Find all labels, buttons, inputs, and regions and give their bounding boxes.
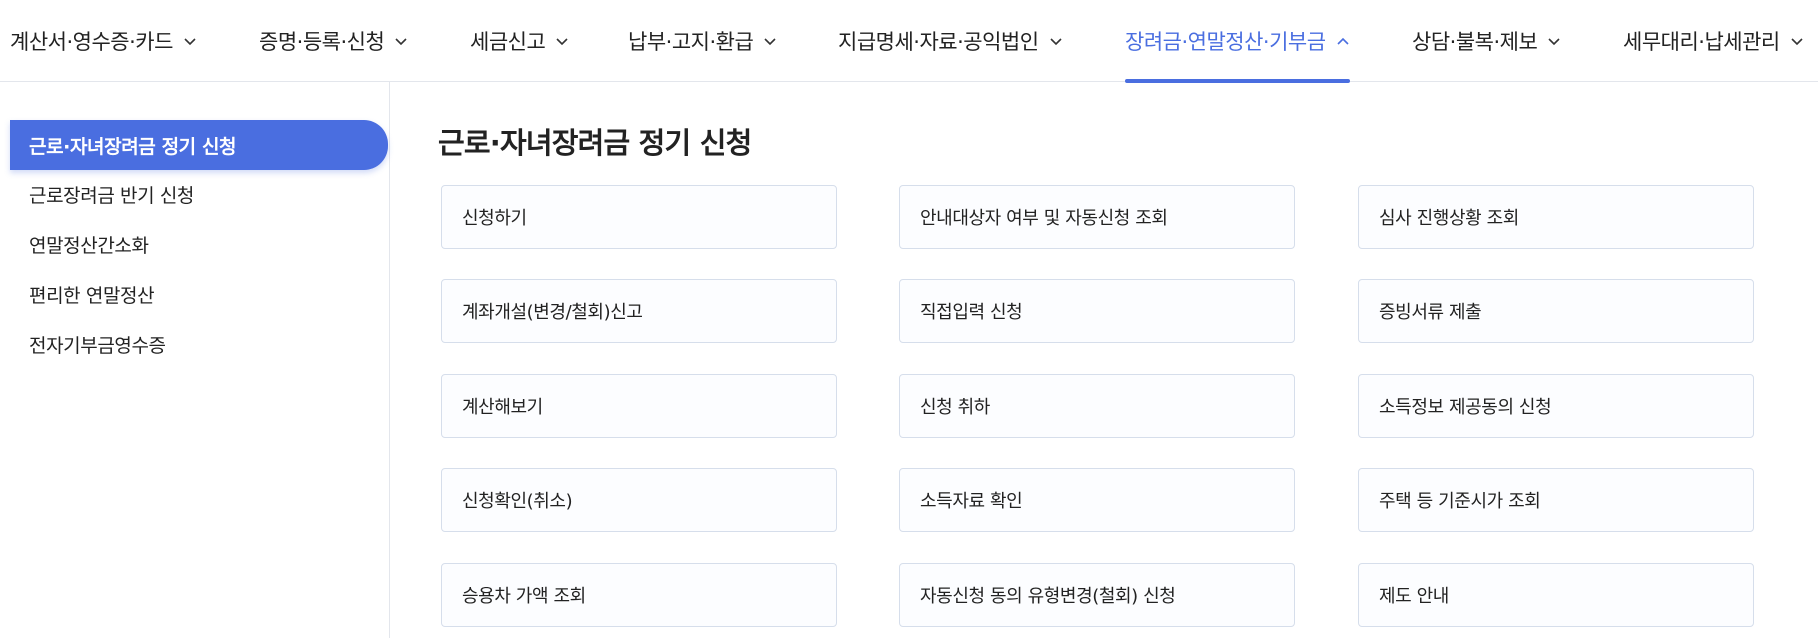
sidebar-item-regular-incentive-application[interactable]: 근로·자녀장려금 정기 신청	[10, 120, 388, 170]
card-apply[interactable]: 신청하기	[441, 185, 837, 249]
card-review-progress-inquiry[interactable]: 심사 진행상황 조회	[1358, 185, 1754, 249]
chevron-down-icon	[556, 38, 568, 46]
nav-item-tax-filing[interactable]: 세금신고	[470, 0, 569, 82]
card-account-report[interactable]: 계좌개설(변경/철회)신고	[441, 279, 837, 343]
card-confirm-cancel-application[interactable]: 신청확인(취소)	[441, 468, 837, 532]
sidebar-item-electronic-donation-receipt[interactable]: 전자기부금영수증	[10, 319, 388, 369]
card-program-guide[interactable]: 제도 안내	[1358, 563, 1754, 627]
chevron-down-icon	[184, 38, 196, 46]
card-calculate[interactable]: 계산해보기	[441, 374, 837, 438]
sidebar: 근로·자녀장려금 정기 신청 근로장려금 반기 신청 연말정산간소화 편리한 연…	[0, 82, 390, 638]
card-submit-documents[interactable]: 증빙서류 제출	[1358, 279, 1754, 343]
nav-item-payment-refund[interactable]: 납부·고지·환급	[628, 0, 777, 82]
chevron-down-icon	[764, 38, 776, 46]
card-direct-input-apply[interactable]: 직접입력 신청	[899, 279, 1295, 343]
sidebar-item-semiannual-incentive-application[interactable]: 근로장려금 반기 신청	[10, 169, 388, 219]
nav-item-invoice-receipt-card[interactable]: 계산서·영수증·카드	[10, 0, 197, 82]
card-housing-standard-price-inquiry[interactable]: 주택 등 기준시가 조회	[1358, 468, 1754, 532]
nav-item-consult-appeal-report[interactable]: 상담·불복·제보	[1412, 0, 1561, 82]
card-income-data-check[interactable]: 소득자료 확인	[899, 468, 1295, 532]
top-navigation: 계산서·영수증·카드 증명·등록·신청 세금신고 납부·고지·환급 지급명세·자…	[0, 0, 1818, 83]
nav-item-certificate-registration[interactable]: 증명·등록·신청	[259, 0, 408, 82]
sidebar-item-convenient-yearend[interactable]: 편리한 연말정산	[10, 269, 388, 319]
chevron-up-icon	[1336, 37, 1349, 45]
page-title: 근로·자녀장려금 정기 신청	[438, 126, 752, 160]
chevron-down-icon	[1548, 38, 1560, 46]
card-income-info-consent[interactable]: 소득정보 제공동의 신청	[1358, 374, 1754, 438]
card-auto-apply-consent-change[interactable]: 자동신청 동의 유형변경(철회) 신청	[899, 563, 1295, 627]
chevron-down-icon	[395, 38, 407, 46]
nav-item-tax-agent-management[interactable]: 세무대리·납세관리	[1623, 0, 1804, 82]
card-withdraw-application[interactable]: 신청 취하	[899, 374, 1295, 438]
chevron-down-icon	[1049, 38, 1062, 46]
card-vehicle-value-inquiry[interactable]: 승용차 가액 조회	[441, 563, 837, 627]
nav-item-payment-statements[interactable]: 지급명세·자료·공익법인	[838, 0, 1063, 82]
nav-item-incentive-yearend-donation[interactable]: 장려금·연말정산·기부금	[1125, 0, 1350, 83]
chevron-down-icon	[1791, 38, 1803, 46]
card-eligibility-auto-apply-inquiry[interactable]: 안내대상자 여부 및 자동신청 조회	[899, 185, 1295, 249]
sidebar-item-yearend-simplified[interactable]: 연말정산간소화	[10, 219, 388, 269]
